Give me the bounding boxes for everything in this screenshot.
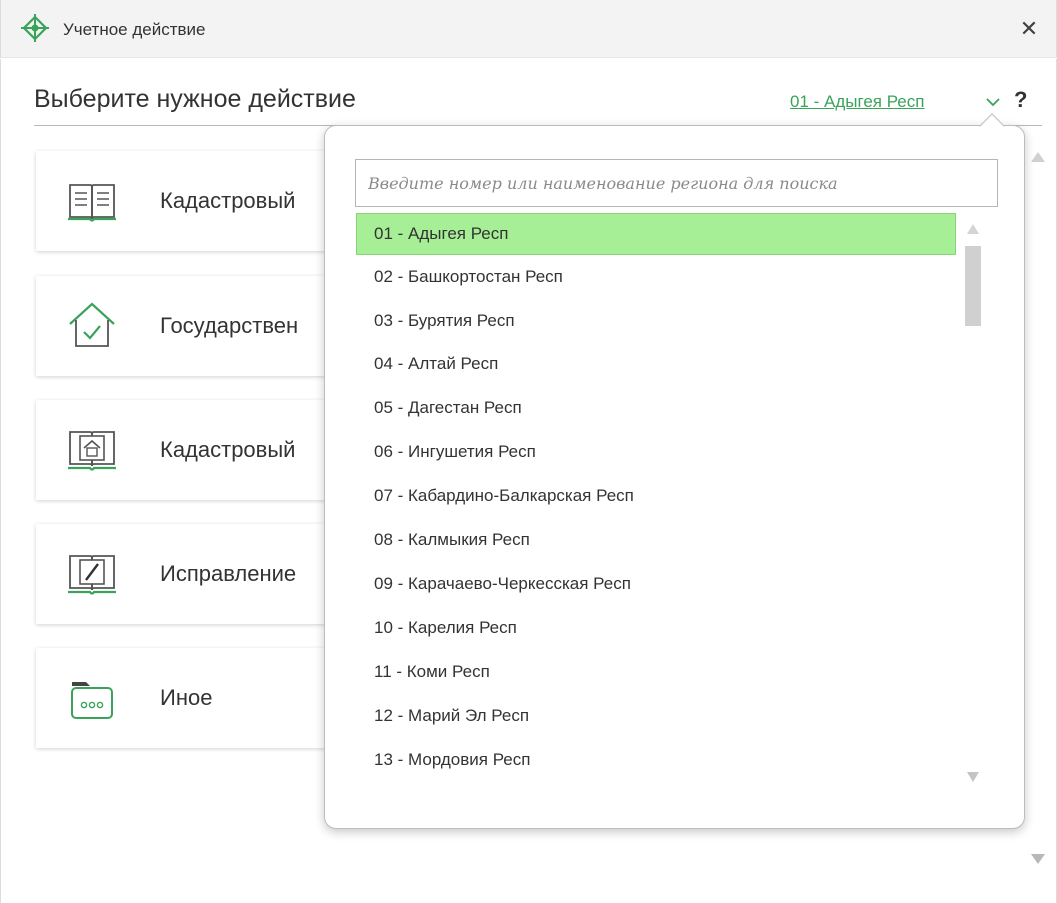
book-pencil-icon xyxy=(68,555,116,595)
crosshair-diamond-icon xyxy=(21,14,49,42)
action-card-label: Кадастровый xyxy=(160,437,296,462)
list-item[interactable]: 02 - Башкортостан Респ xyxy=(356,256,956,298)
list-item[interactable]: 04 - Алтай Респ xyxy=(356,343,956,385)
list-item[interactable]: 12 - Марий Эл Респ xyxy=(356,695,956,737)
window-title: Учетное действие xyxy=(63,20,206,39)
list-item[interactable]: 11 - Коми Респ xyxy=(356,651,956,693)
list-item[interactable]: 03 - Бурятия Респ xyxy=(356,300,956,342)
title-bar: Учетное действие ✕ xyxy=(0,0,1057,58)
house-check-icon xyxy=(69,302,115,347)
list-item-selected[interactable]: 01 - Адыгея Респ xyxy=(356,213,956,255)
scroll-up-icon[interactable] xyxy=(1029,150,1047,164)
book-icon xyxy=(68,184,116,222)
list-scroll-up-icon[interactable] xyxy=(965,222,981,236)
book-house-icon xyxy=(68,431,116,471)
list-item[interactable]: 08 - Калмыкия Респ xyxy=(356,519,956,561)
list-item[interactable]: 06 - Ингушетия Респ xyxy=(356,431,956,473)
list-item[interactable]: 09 - Карачаево-Черкесская Респ xyxy=(356,563,956,605)
page-title: Выберите нужное действие xyxy=(34,85,356,113)
action-card-label: Государствен xyxy=(160,313,299,338)
chevron-down-icon[interactable] xyxy=(982,92,1004,112)
list-item[interactable]: 13 - Мордовия Респ xyxy=(356,739,956,781)
scroll-down-icon[interactable] xyxy=(1029,852,1047,866)
list-item[interactable]: 10 - Карелия Респ xyxy=(356,607,956,649)
help-button[interactable]: ? xyxy=(1014,87,1027,113)
action-card-label: Исправление xyxy=(160,561,297,586)
list-scrollbar-thumb[interactable] xyxy=(965,246,981,326)
region-selector-link[interactable]: 01 - Адыгея Респ xyxy=(790,92,924,112)
region-search-input[interactable] xyxy=(355,159,998,207)
region-list: 01 - Адыгея Респ 02 - Башкортостан Респ … xyxy=(356,213,958,783)
action-card-label: Кадастровый xyxy=(160,188,296,213)
folder-dots-icon xyxy=(71,682,113,719)
list-item[interactable]: 05 - Дагестан Респ xyxy=(356,387,956,429)
close-button[interactable]: ✕ xyxy=(1018,18,1040,40)
action-card-label: Иное xyxy=(160,685,213,710)
list-item[interactable]: 07 - Кабардино-Балкарская Респ xyxy=(356,475,956,517)
list-scroll-down-icon[interactable] xyxy=(965,770,981,784)
